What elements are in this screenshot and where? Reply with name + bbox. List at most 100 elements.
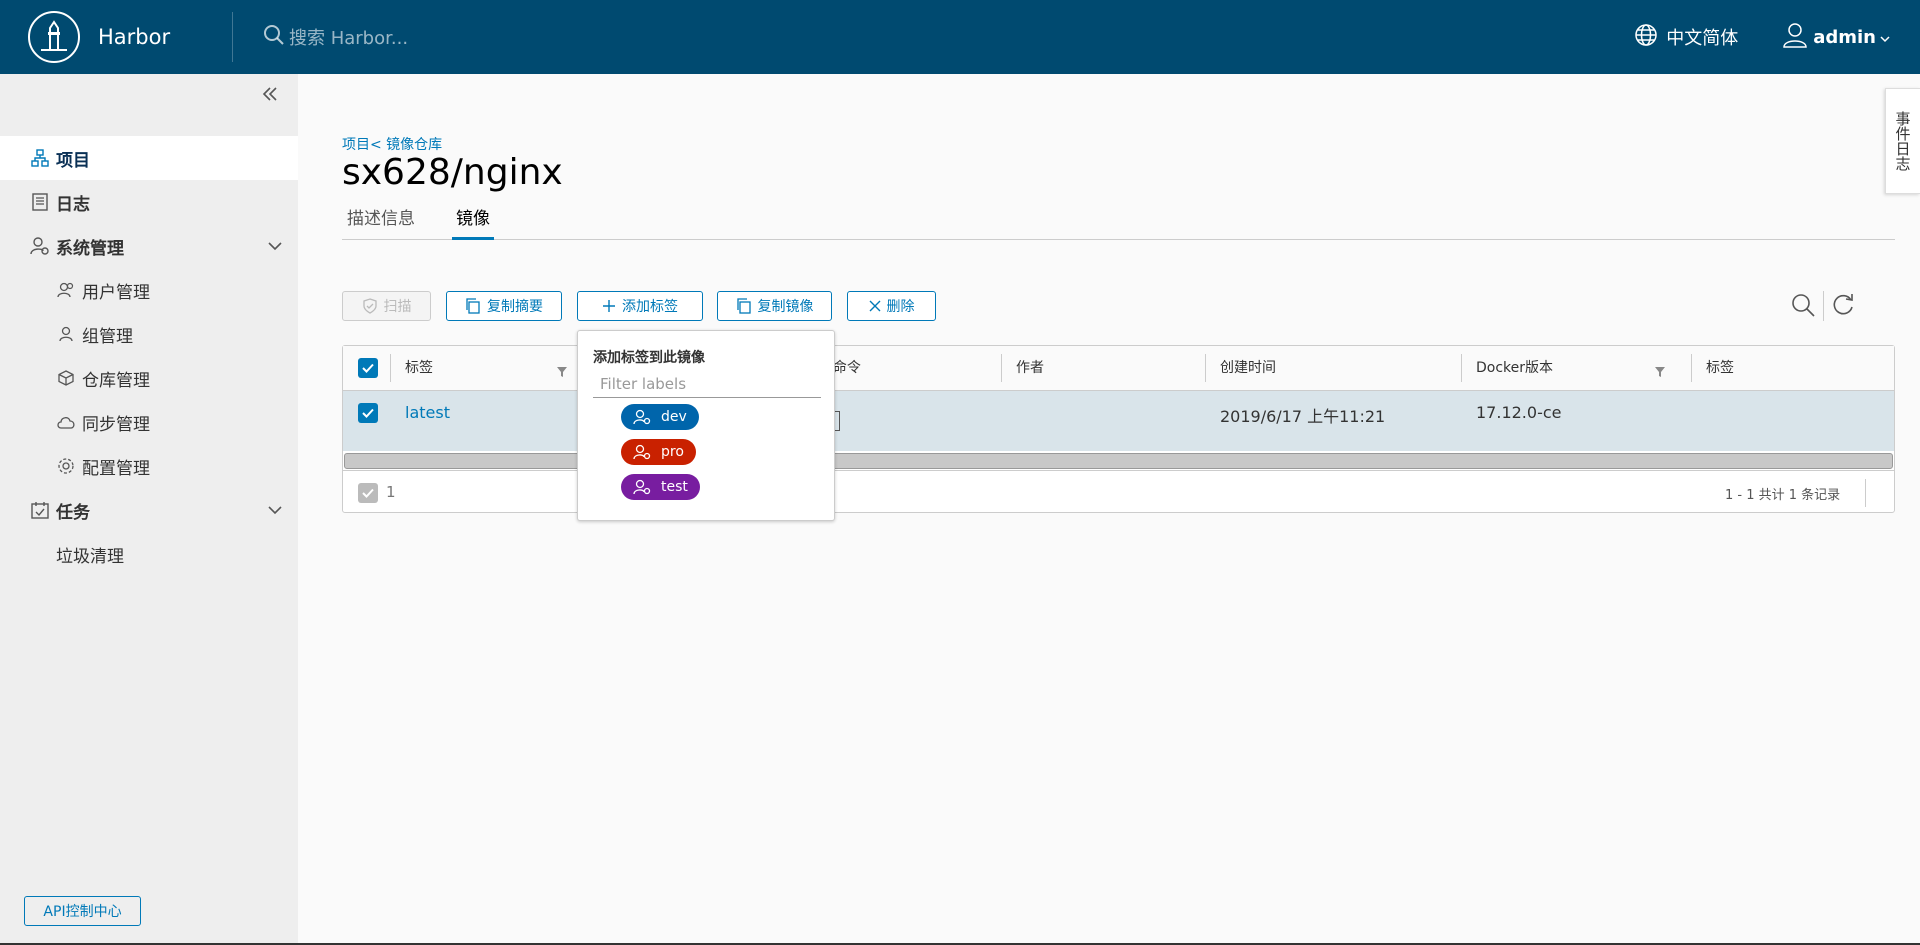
sidebar-item-users[interactable]: 用户管理	[0, 268, 298, 312]
dropdown-title: 添加标签到此镜像	[593, 350, 705, 366]
sidebar-item-label: 用户管理	[82, 282, 150, 303]
sidebar-item-garbage-collection[interactable]: 垃圾清理	[0, 532, 298, 576]
group-icon	[56, 324, 76, 344]
chevron-down-icon[interactable]	[268, 236, 282, 256]
column-header-docker-version[interactable]: Docker版本	[1462, 346, 1553, 391]
user-menu[interactable]: admin	[1783, 22, 1890, 53]
user-name: admin	[1813, 26, 1876, 48]
api-explorer-button[interactable]: API控制中心	[24, 896, 141, 926]
delete-button[interactable]: 删除	[847, 291, 936, 321]
event-log-label: 事件日志	[1893, 111, 1912, 171]
cloud-sync-icon	[56, 412, 76, 432]
header-divider	[232, 12, 233, 62]
toolbar-divider	[1823, 291, 1824, 321]
sidebar-item-label: 配置管理	[82, 458, 150, 479]
label-option-test[interactable]: test	[621, 474, 700, 500]
label-option-dev[interactable]: dev	[621, 404, 699, 430]
label-name: dev	[661, 409, 687, 425]
pagination-summary: 1 - 1 共计 1 条记录	[1725, 488, 1841, 503]
box-icon	[56, 368, 76, 388]
copy-digest-label: 复制摘要	[487, 299, 543, 315]
search-icon[interactable]	[1790, 292, 1816, 322]
grid-footer: 1 1 - 1 共计 1 条记录	[343, 470, 1894, 513]
brand-name[interactable]: Harbor	[98, 25, 232, 49]
docker-version: 17.12.0-ce	[1476, 403, 1562, 422]
top-header: Harbor 搜索 Harbor... 中文简体 admin	[0, 0, 1920, 74]
refresh-icon[interactable]	[1830, 292, 1856, 322]
sidebar-item-label: 垃圾清理	[56, 546, 124, 567]
copy-image-label: 复制镜像	[757, 299, 814, 315]
column-header-labels[interactable]: 标签	[1692, 346, 1734, 391]
tab-images[interactable]: 镜像	[452, 207, 494, 240]
plus-icon	[602, 299, 616, 313]
filter-labels-input[interactable]	[593, 371, 821, 398]
grid-header: 标签 l命令 作者 创建时间 Docker版本 标签	[343, 346, 1894, 391]
select-all-checkbox[interactable]	[358, 358, 378, 378]
copy-icon	[465, 298, 481, 314]
harbor-logo-icon[interactable]	[28, 11, 80, 63]
sidebar-item-registries[interactable]: 仓库管理	[0, 356, 298, 400]
created-time: 2019/6/17 上午11:21	[1220, 407, 1386, 426]
scan-label: 扫描	[383, 299, 412, 315]
delete-label: 删除	[886, 299, 915, 315]
tag-link[interactable]: latest	[405, 403, 450, 422]
chevron-down-icon	[1880, 27, 1890, 48]
column-header-author[interactable]: 作者	[1002, 346, 1044, 391]
admin-icon	[30, 236, 50, 256]
sidebar-item-configuration[interactable]: 配置管理	[0, 444, 298, 488]
selected-count: 1	[386, 483, 396, 501]
copy-icon	[736, 298, 752, 314]
sidebar-item-replication[interactable]: 同步管理	[0, 400, 298, 444]
sidebar-item-logs[interactable]: 日志	[0, 180, 298, 224]
gear-icon	[56, 456, 76, 476]
search-input[interactable]: 搜索 Harbor...	[289, 24, 408, 50]
selection-indicator-checkbox	[358, 483, 378, 503]
table-row[interactable]: latest 2019/6/17 上午11:21 17.12.0-ce	[343, 391, 1894, 451]
copy-image-button[interactable]: 复制镜像	[717, 291, 832, 321]
copy-digest-button[interactable]: 复制摘要	[446, 291, 562, 321]
users-icon	[56, 280, 76, 300]
log-icon	[30, 192, 50, 212]
label-option-pro[interactable]: pro	[621, 439, 696, 465]
user-icon	[1783, 22, 1807, 53]
globe-icon	[1634, 23, 1658, 52]
sidebar-item-tasks[interactable]: 任务	[0, 488, 298, 532]
language-label: 中文简体	[1666, 28, 1739, 49]
sidebar-item-label: 组管理	[82, 326, 133, 347]
page-title: sx628/nginx	[342, 152, 563, 193]
label-name: test	[661, 479, 688, 495]
tab-info[interactable]: 描述信息	[347, 207, 415, 240]
row-checkbox[interactable]	[358, 403, 378, 423]
footer-divider	[1865, 479, 1866, 507]
sidebar: 项目 日志 系统管理 用户管理 组管理 仓库管理 同步管理 配置管理 任务 垃圾…	[0, 74, 298, 945]
close-icon	[869, 300, 881, 312]
global-search[interactable]: 搜索 Harbor...	[263, 24, 408, 51]
add-label-dropdown: 添加标签到此镜像 dev pro test	[577, 330, 835, 521]
breadcrumb[interactable]: 项目< 镜像仓库	[342, 134, 442, 154]
collapse-sidebar-icon[interactable]	[260, 84, 284, 108]
event-log-tab[interactable]: 事件日志	[1885, 88, 1920, 194]
sidebar-item-label: 任务	[56, 502, 90, 523]
tab-bar: 描述信息 镜像	[342, 207, 1895, 240]
sidebar-item-label: 仓库管理	[82, 370, 150, 391]
column-header-created[interactable]: 创建时间	[1206, 346, 1276, 391]
task-icon	[30, 500, 50, 520]
sidebar-item-projects[interactable]: 项目	[0, 136, 298, 180]
column-header-tag[interactable]: 标签	[391, 346, 433, 391]
chevron-down-icon[interactable]	[268, 500, 282, 520]
filter-icon[interactable]	[556, 363, 568, 382]
filter-icon[interactable]	[1654, 363, 1666, 382]
add-label-label: 添加标签	[622, 299, 678, 315]
user-gear-icon	[633, 444, 651, 460]
search-icon	[263, 24, 285, 51]
sidebar-item-label: 日志	[56, 194, 90, 215]
sidebar-item-groups[interactable]: 组管理	[0, 312, 298, 356]
add-label-button[interactable]: 添加标签	[577, 291, 703, 321]
shield-check-icon	[362, 298, 378, 314]
scan-button[interactable]: 扫描	[342, 291, 431, 321]
user-gear-icon	[633, 409, 651, 425]
label-name: pro	[661, 444, 684, 460]
sidebar-item-label: 项目	[56, 150, 90, 171]
language-switcher[interactable]: 中文简体	[1626, 23, 1738, 52]
sidebar-item-system-admin[interactable]: 系统管理	[0, 224, 298, 268]
